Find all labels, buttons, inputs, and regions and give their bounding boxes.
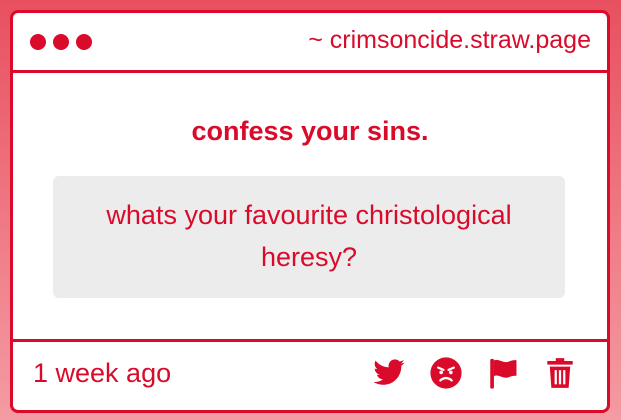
trash-icon[interactable] (543, 356, 577, 390)
message-card: ~ crimsoncide.straw.page confess your si… (10, 10, 610, 413)
window-dot-1 (30, 34, 46, 50)
question-text: whats your favourite christological here… (106, 200, 512, 272)
window-controls (30, 34, 92, 50)
site-title: ~ crimsoncide.straw.page (308, 26, 591, 54)
window-dot-2 (53, 34, 69, 50)
page-prompt: confess your sins. (191, 116, 429, 146)
angry-face-icon[interactable] (429, 356, 463, 390)
flag-icon[interactable] (486, 356, 520, 390)
card-footer: 1 week ago (13, 339, 607, 410)
action-icons (372, 356, 577, 390)
title-bar: ~ crimsoncide.straw.page (13, 13, 607, 73)
timestamp: 1 week ago (33, 358, 172, 388)
question-box: whats your favourite christological here… (53, 176, 565, 298)
twitter-icon[interactable] (372, 356, 406, 390)
window-dot-3 (76, 34, 92, 50)
